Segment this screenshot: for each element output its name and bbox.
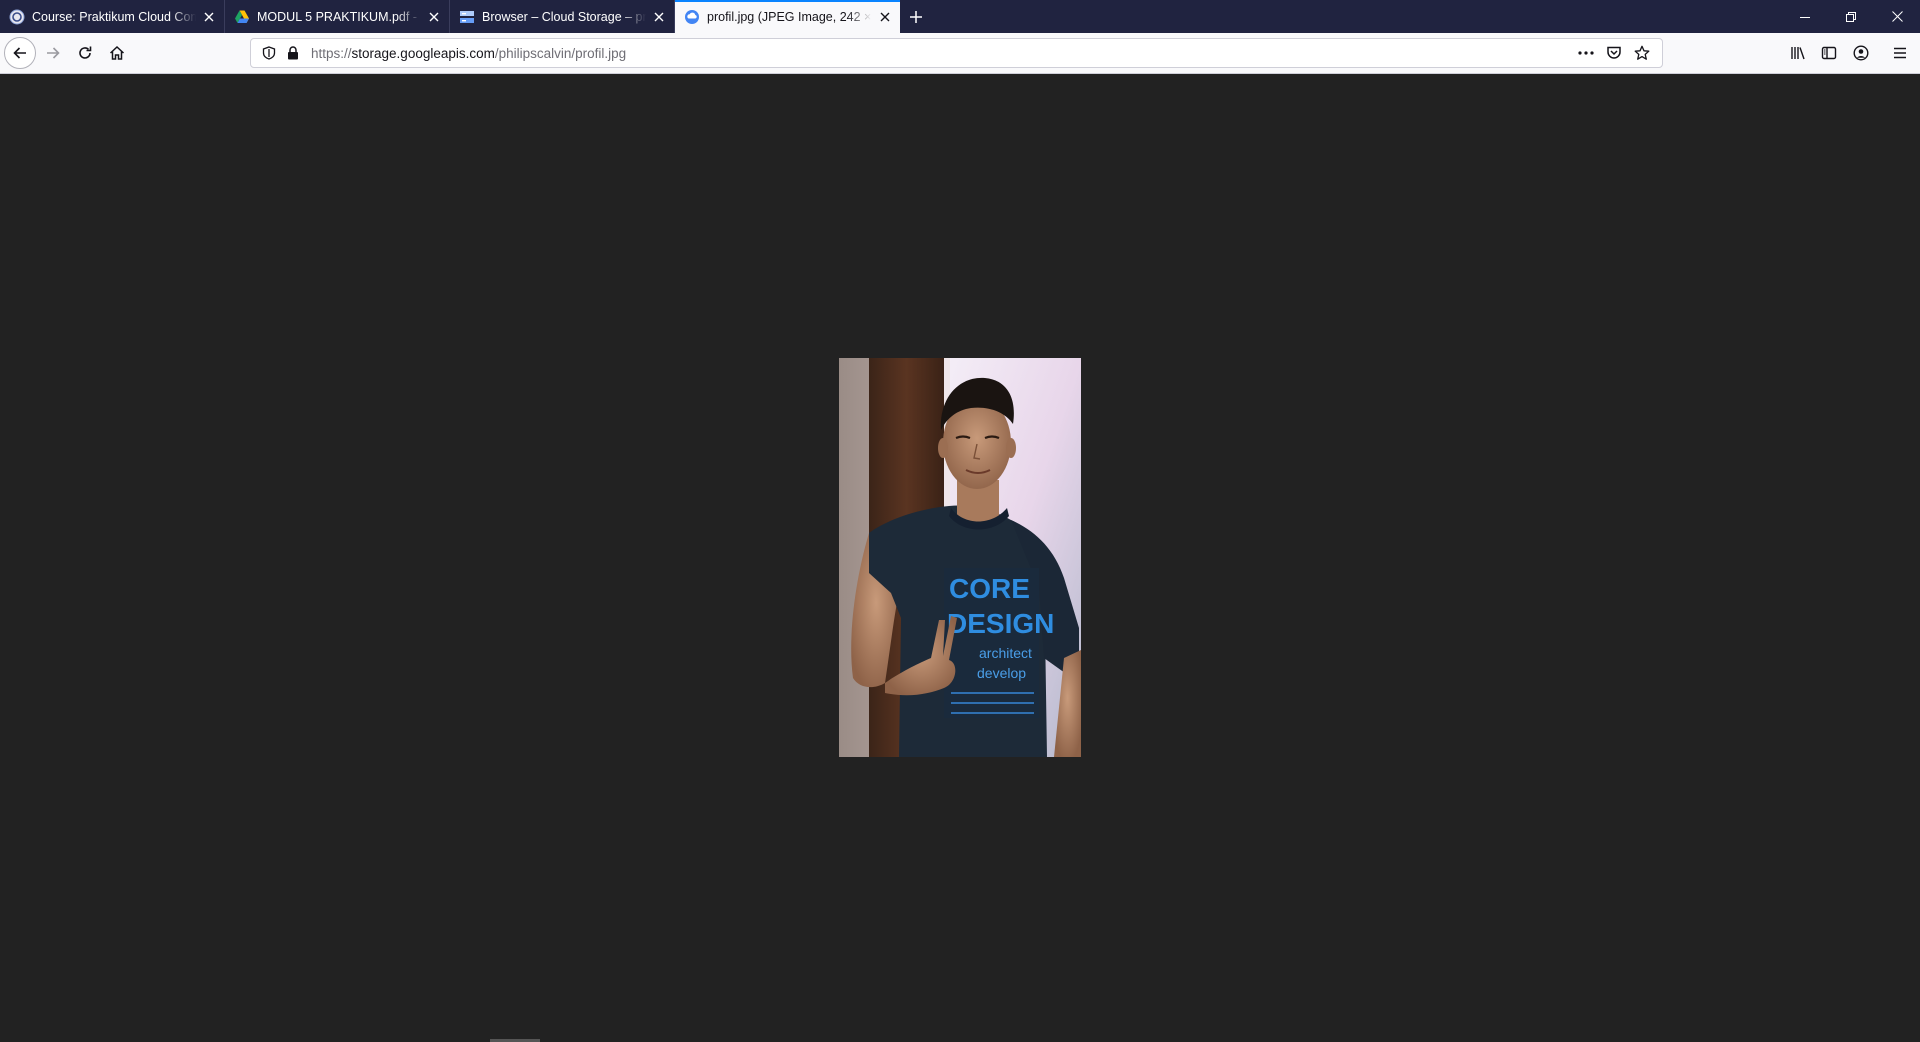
home-button[interactable]: [101, 37, 133, 69]
back-button[interactable]: [4, 37, 36, 69]
reload-icon: [79, 46, 92, 59]
window-controls: [1782, 0, 1920, 33]
arrow-right-icon: [47, 47, 60, 59]
tab-cloud-storage-browser[interactable]: Browser – Cloud Storage – project: [450, 0, 675, 33]
tab-title: profil.jpg (JPEG Image, 242 × 399 pixels…: [707, 9, 872, 24]
url-path: /philipscalvin/profil.jpg: [494, 45, 627, 61]
hamburger-menu-icon: [1894, 47, 1906, 59]
menu-button[interactable]: [1884, 37, 1916, 69]
image-viewer: CORE DESIGN architect develop: [0, 74, 1920, 1042]
close-icon[interactable]: [200, 8, 218, 26]
minimize-icon: [1800, 16, 1810, 18]
account-icon: [1853, 45, 1869, 61]
address-bar[interactable]: https://storage.googleapis.com/philipsca…: [250, 38, 1663, 68]
shirt-print-line-3: architect: [979, 645, 1032, 661]
tab-profil-jpg[interactable]: profil.jpg (JPEG Image, 242 × 399 pixels…: [675, 0, 900, 33]
library-icon: [1791, 47, 1805, 60]
more-horizontal-icon: [1578, 51, 1594, 55]
library-button[interactable]: [1782, 37, 1814, 69]
navigation-toolbar: https://storage.googleapis.com/philipsca…: [0, 33, 1920, 74]
forward-button[interactable]: [37, 37, 69, 69]
page-actions-button[interactable]: [1572, 41, 1600, 65]
tab-course-praktikum[interactable]: Course: Praktikum Cloud Computing: [0, 0, 225, 33]
tab-title: Course: Praktikum Cloud Computing: [32, 9, 196, 24]
tab-modul-5-praktikum[interactable]: MODUL 5 PRAKTIKUM.pdf - Google Drive: [225, 0, 450, 33]
lock-icon[interactable]: [281, 41, 305, 65]
close-icon[interactable]: [425, 8, 443, 26]
pocket-icon: [1607, 46, 1621, 59]
tracking-protection-icon[interactable]: [257, 41, 281, 65]
cloud-storage-icon: [459, 9, 475, 25]
close-icon[interactable]: [876, 8, 894, 26]
arrow-left-icon: [13, 47, 26, 59]
moodle-icon: [9, 9, 25, 25]
shirt-print-line-2: DESIGN: [947, 608, 1054, 639]
google-drive-icon: [234, 9, 250, 25]
sidebar-button[interactable]: [1813, 37, 1845, 69]
shirt-print-line-1: CORE: [949, 573, 1030, 604]
tab-title: Browser – Cloud Storage – project: [482, 9, 646, 24]
reload-button[interactable]: [69, 37, 101, 69]
window-close-button[interactable]: [1874, 0, 1920, 33]
shirt-print-line-4: develop: [977, 665, 1026, 681]
bookmark-button[interactable]: [1628, 41, 1656, 65]
url-actions: [1572, 41, 1656, 65]
sidebar-icon: [1821, 46, 1837, 60]
close-icon: [1891, 11, 1903, 22]
account-button[interactable]: [1845, 37, 1877, 69]
star-icon: [1634, 45, 1650, 60]
minimize-button[interactable]: [1782, 0, 1828, 33]
profile-photo-image: CORE DESIGN architect develop: [839, 358, 1081, 757]
plus-icon: [910, 10, 922, 23]
new-tab-button[interactable]: [900, 0, 932, 33]
url-host: storage.googleapis.com: [351, 45, 495, 61]
google-cloud-icon: [684, 9, 700, 25]
close-icon[interactable]: [650, 8, 668, 26]
pocket-button[interactable]: [1600, 41, 1628, 65]
profile-photo[interactable]: CORE DESIGN architect develop: [839, 358, 1081, 757]
tab-strip: Course: Praktikum Cloud Computing MODUL …: [0, 0, 1920, 33]
url-scheme: https://: [311, 45, 352, 61]
tab-title: MODUL 5 PRAKTIKUM.pdf - Google Drive: [257, 9, 421, 24]
restore-button[interactable]: [1828, 0, 1874, 33]
url-text[interactable]: https://storage.googleapis.com/philipsca…: [311, 46, 1572, 61]
restore-icon: [1846, 11, 1856, 22]
home-icon: [109, 45, 125, 60]
